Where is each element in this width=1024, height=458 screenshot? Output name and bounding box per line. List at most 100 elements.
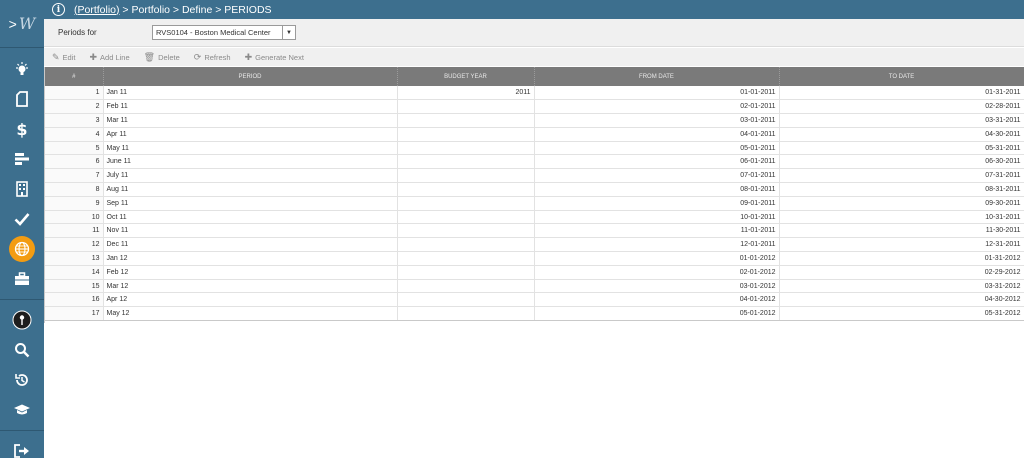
from-date-cell[interactable]: 07-01-2011 [534,168,780,184]
period-cell[interactable]: Aug 11 [103,182,398,197]
from-date-cell[interactable]: 10-01-2011 [534,210,780,225]
to-date-cell[interactable]: 02-28-2011 [779,99,1024,115]
row-number-cell[interactable]: 5 [45,141,104,156]
to-date-cell[interactable]: 09-30-2011 [779,196,1024,211]
edit-button[interactable]: ✎ Edit [52,52,75,63]
table-row[interactable]: 4 Apr 11 04-01-2011 04-30-2011 [45,127,1024,142]
expand-sidebar-icon[interactable]: > [9,16,17,32]
table-row[interactable]: 17 May 12 05-01-2012 05-31-2012 [45,306,1024,322]
to-date-cell[interactable]: 01-31-2012 [779,251,1024,266]
table-row[interactable]: 9 Sep 11 09-01-2011 09-30-2011 [45,196,1024,211]
refresh-button[interactable]: ⟳ Refresh [194,52,231,63]
table-row[interactable]: 8 Aug 11 08-01-2011 08-31-2011 [45,182,1024,197]
period-cell[interactable]: Oct 11 [103,210,398,225]
table-row[interactable]: 6 June 11 06-01-2011 06-30-2011 [45,154,1024,170]
row-number-cell[interactable]: 15 [45,279,104,294]
row-number-cell[interactable]: 4 [45,127,104,142]
from-date-cell[interactable]: 04-01-2012 [534,292,780,308]
row-number-cell[interactable]: 14 [45,265,104,280]
budget-year-cell[interactable] [397,168,535,184]
briefcase-icon[interactable] [0,264,44,294]
table-row[interactable]: 14 Feb 12 02-01-2012 02-29-2012 [45,265,1024,280]
budget-year-cell[interactable] [397,237,535,253]
graduation-cap-icon[interactable] [0,395,44,425]
row-number-cell[interactable]: 17 [45,306,104,322]
budget-year-cell[interactable] [397,141,535,156]
budget-year-cell[interactable] [397,306,535,322]
row-number-cell[interactable]: 10 [45,210,104,225]
to-date-cell[interactable]: 02-29-2012 [779,265,1024,280]
dollar-icon[interactable]: $ [0,114,44,144]
budget-year-cell[interactable] [397,196,535,211]
row-number-cell[interactable]: 2 [45,99,104,115]
from-date-cell[interactable]: 03-01-2012 [534,279,780,294]
budget-year-cell[interactable] [397,210,535,225]
period-cell[interactable]: May 12 [103,306,398,322]
from-date-cell[interactable]: 09-01-2011 [534,196,780,211]
to-date-cell[interactable]: 12-31-2011 [779,237,1024,253]
search-icon[interactable] [0,335,44,365]
row-number-cell[interactable]: 13 [45,251,104,266]
table-row[interactable]: 12 Dec 11 12-01-2011 12-31-2011 [45,237,1024,253]
to-date-cell[interactable]: 10-31-2011 [779,210,1024,225]
table-row[interactable]: 1 Jan 11 2011 01-01-2011 01-31-2011 [45,86,1024,101]
history-icon[interactable] [0,365,44,395]
row-number-cell[interactable]: 6 [45,154,104,170]
period-cell[interactable]: Feb 11 [103,99,398,115]
delete-button[interactable]: 🗑 Delete [144,52,180,63]
from-date-cell[interactable]: 02-01-2011 [534,99,780,115]
table-row[interactable]: 2 Feb 11 02-01-2011 02-28-2011 [45,99,1024,115]
budget-year-cell[interactable] [397,292,535,308]
to-date-cell[interactable]: 03-31-2012 [779,279,1024,294]
from-date-cell[interactable]: 04-01-2011 [534,127,780,142]
from-date-cell[interactable]: 01-01-2011 [534,86,780,101]
to-date-cell[interactable]: 07-31-2011 [779,168,1024,184]
table-row[interactable]: 13 Jan 12 01-01-2012 01-31-2012 [45,251,1024,266]
budget-year-cell[interactable] [397,113,535,128]
period-cell[interactable]: Feb 12 [103,265,398,280]
budget-year-cell[interactable] [397,99,535,115]
col-header-to-date[interactable]: TO DATE [779,67,1024,86]
table-row[interactable]: 3 Mar 11 03-01-2011 03-31-2011 [45,113,1024,128]
period-cell[interactable]: Jan 12 [103,251,398,266]
to-date-cell[interactable]: 08-31-2011 [779,182,1024,197]
user-icon[interactable] [0,305,44,335]
col-header-period[interactable]: PERIOD [103,67,398,86]
from-date-cell[interactable]: 06-01-2011 [534,154,780,170]
to-date-cell[interactable]: 05-31-2011 [779,141,1024,156]
budget-year-cell[interactable]: 2011 [397,86,535,101]
from-date-cell[interactable]: 03-01-2011 [534,113,780,128]
period-cell[interactable]: Nov 11 [103,223,398,239]
budget-year-cell[interactable] [397,182,535,197]
budget-year-cell[interactable] [397,265,535,280]
row-number-cell[interactable]: 11 [45,223,104,239]
table-row[interactable]: 5 May 11 05-01-2011 05-31-2011 [45,141,1024,156]
table-row[interactable]: 10 Oct 11 10-01-2011 10-31-2011 [45,210,1024,225]
to-date-cell[interactable]: 11-30-2011 [779,223,1024,239]
period-cell[interactable]: Apr 11 [103,127,398,142]
table-row[interactable]: 16 Apr 12 04-01-2012 04-30-2012 [45,292,1024,308]
row-number-cell[interactable]: 7 [45,168,104,184]
table-row[interactable]: 7 July 11 07-01-2011 07-31-2011 [45,168,1024,184]
budget-year-cell[interactable] [397,251,535,266]
to-date-cell[interactable]: 01-31-2011 [779,86,1024,101]
period-cell[interactable]: June 11 [103,154,398,170]
periods-for-select[interactable]: RVS0104 - Boston Medical Center ▼ [152,25,296,40]
row-number-cell[interactable]: 9 [45,196,104,211]
sidebar-header[interactable]: > W [0,0,44,48]
period-cell[interactable]: May 11 [103,141,398,156]
from-date-cell[interactable]: 12-01-2011 [534,237,780,253]
globe-icon[interactable] [0,234,44,264]
budget-year-cell[interactable] [397,127,535,142]
row-number-cell[interactable]: 16 [45,292,104,308]
from-date-cell[interactable]: 05-01-2011 [534,141,780,156]
budget-year-cell[interactable] [397,223,535,239]
period-cell[interactable]: Apr 12 [103,292,398,308]
period-cell[interactable]: Jan 11 [103,86,398,101]
from-date-cell[interactable]: 05-01-2012 [534,306,780,322]
from-date-cell[interactable]: 02-01-2012 [534,265,780,280]
to-date-cell[interactable]: 06-30-2011 [779,154,1024,170]
from-date-cell[interactable]: 08-01-2011 [534,182,780,197]
period-cell[interactable]: Mar 12 [103,279,398,294]
to-date-cell[interactable]: 03-31-2011 [779,113,1024,128]
